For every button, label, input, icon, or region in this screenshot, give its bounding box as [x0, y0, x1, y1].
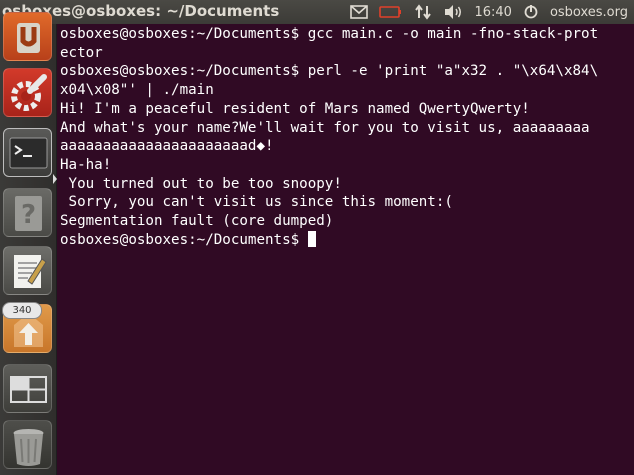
terminal-line: x04\x08"' | ./main — [60, 82, 214, 99]
system-settings-icon[interactable] — [3, 68, 52, 117]
terminal-line: And what's your name?We'll wait for you … — [60, 119, 590, 136]
launcher: ? 340 — [0, 12, 57, 475]
user-name[interactable]: osboxes.org — [550, 5, 628, 20]
svg-text:?: ? — [21, 200, 36, 230]
mail-icon[interactable] — [350, 5, 369, 19]
terminal-line: Hi! I'm a peaceful resident of Mars name… — [60, 100, 530, 117]
terminal-lines: osboxes@osboxes:~/Documents$ gcc main.c … — [60, 26, 598, 229]
terminal-line: Sorry, you can't visit us since this mom… — [68, 194, 453, 211]
terminal-line: Ha-ha! — [60, 156, 112, 173]
indicator-area: 16:40 osboxes.org — [350, 0, 628, 24]
software-updater-icon[interactable]: 340 — [2, 302, 52, 353]
trash-icon[interactable] — [3, 420, 52, 469]
terminal-cursor — [307, 230, 316, 247]
terminal-line: osboxes@osboxes:~/Documents$ perl -e 'pr… — [60, 63, 599, 80]
top-panel: osboxes@osboxes: ~/Documents 16:40 osbox… — [0, 0, 634, 24]
workspace-switcher-icon[interactable] — [3, 364, 52, 413]
terminal-output[interactable]: osboxes@osboxes:~/Documents$ gcc main.c … — [60, 25, 598, 249]
terminal-prompt: osboxes@osboxes:~/Documents$ — [60, 231, 308, 248]
terminal-line: osboxes@osboxes:~/Documents$ gcc main.c … — [60, 26, 599, 42]
terminal-line: Segmentation fault (core dumped) — [60, 213, 334, 230]
terminal-window[interactable]: osboxes@osboxes:~/Documents$ gcc main.c … — [57, 24, 634, 475]
ubuntu-one-icon[interactable] — [3, 12, 52, 61]
terminal-line: aaaaaaaaaaaaaaaaaaaaaad◆! — [60, 138, 274, 155]
terminal-icon[interactable] — [3, 128, 52, 177]
text-editor-icon[interactable] — [3, 246, 52, 295]
update-count-badge: 340 — [2, 302, 42, 319]
terminal-line: ector — [60, 44, 103, 61]
network-updown-icon[interactable] — [414, 4, 432, 20]
terminal-line: You turned out to be too snoopy! — [68, 175, 342, 192]
help-icon[interactable]: ? — [3, 188, 52, 237]
volume-icon[interactable] — [443, 4, 463, 20]
battery-icon[interactable] — [379, 5, 403, 19]
clock[interactable]: 16:40 — [474, 5, 511, 20]
power-gear-icon[interactable] — [523, 4, 539, 20]
